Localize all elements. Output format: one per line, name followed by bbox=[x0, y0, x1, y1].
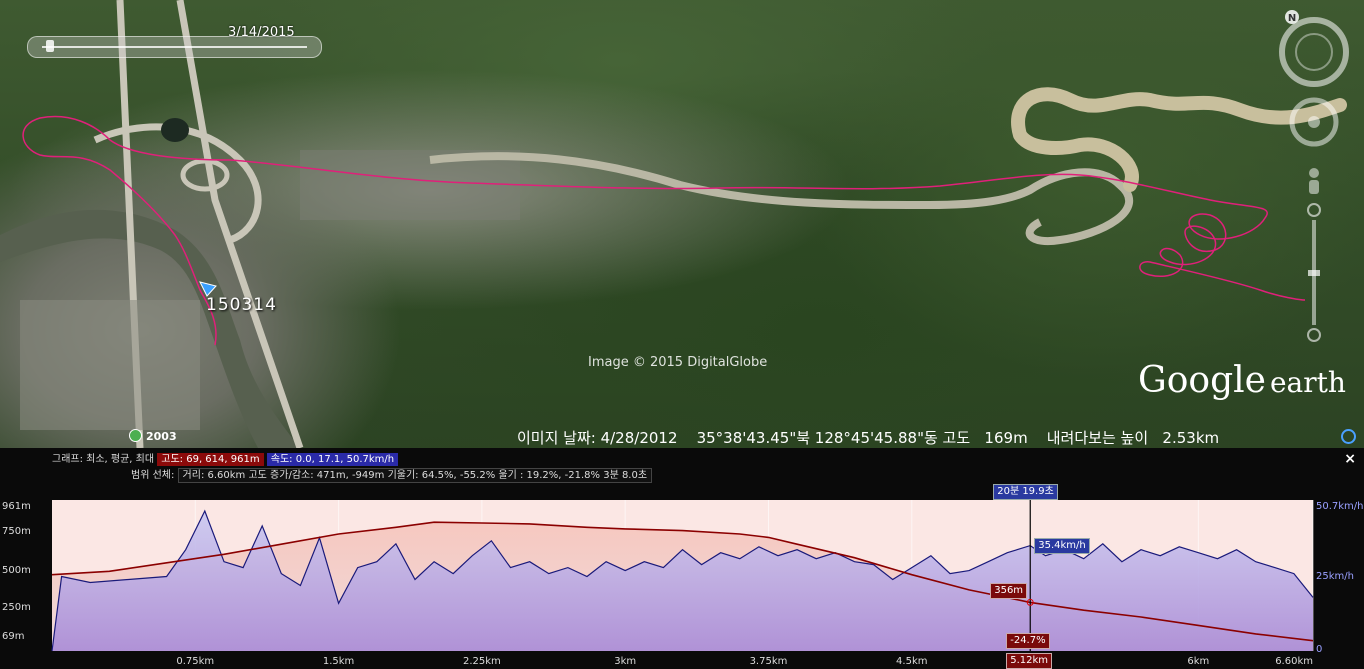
status-text: 이미지 날짜: 4/28/2012 35°38'43.45"북 128°45'4… bbox=[517, 429, 1220, 447]
cursor-grade-label: -24.7% bbox=[1006, 633, 1050, 649]
graph-summary-prefix: 그래프: 최소, 평균, 최대 bbox=[52, 454, 155, 465]
y-left-tick: 69m bbox=[2, 631, 25, 642]
range-prefix: 범위 선체: bbox=[131, 470, 175, 481]
zoom-slider[interactable] bbox=[1307, 203, 1321, 342]
speed-summary-box[interactable]: 속도: 0.0, 17.1, 50.7km/h bbox=[266, 453, 399, 466]
google-earth-logo: Google earth bbox=[1138, 360, 1346, 401]
compass-north-letter: N bbox=[1288, 13, 1296, 24]
y-right-tick: 25km/h bbox=[1316, 571, 1354, 582]
clock-icon bbox=[129, 429, 142, 442]
time-slider-handle[interactable] bbox=[46, 40, 54, 52]
cursor-elevation-label: 356m bbox=[990, 583, 1028, 600]
historical-year: 2003 bbox=[146, 430, 177, 443]
time-slider-track bbox=[42, 46, 307, 48]
profile-range-line: 범위 선체: 거리: 6.60km 고도 증가/감소: 471m, -949m … bbox=[131, 466, 653, 483]
logo-earth-text: earth bbox=[1269, 366, 1346, 399]
track-label[interactable]: 150314 bbox=[206, 295, 277, 315]
imagery-copyright: Image © 2015 DigitalGlobe bbox=[588, 355, 768, 370]
time-slider-date: 3/14/2015 bbox=[228, 25, 295, 40]
map-viewport[interactable]: 3/14/2015 150314 Image © 2015 DigitalGlo… bbox=[0, 0, 1364, 448]
cursor-speed-label: 35.4km/h bbox=[1034, 537, 1090, 554]
y-left-tick: 750m bbox=[2, 526, 31, 537]
ramp bbox=[180, 158, 230, 192]
look-joystick-icon[interactable] bbox=[1289, 97, 1339, 147]
cursor-distance-label: 5.12km bbox=[1006, 653, 1053, 669]
y-left-tick: 500m bbox=[2, 565, 31, 576]
cursor-time-label: 20분 19.9초 bbox=[993, 484, 1058, 500]
navigation-controls[interactable]: N bbox=[1274, 10, 1354, 350]
y-left-tick: 961m bbox=[2, 501, 31, 512]
zoom-in-icon[interactable] bbox=[1307, 203, 1321, 217]
logo-google-text: Google bbox=[1138, 360, 1266, 401]
valley-road bbox=[429, 152, 1133, 246]
y-right-tick: 0 bbox=[1316, 644, 1323, 655]
town-area bbox=[300, 150, 520, 220]
town-area bbox=[20, 300, 200, 430]
y-left-tick: 250m bbox=[2, 602, 31, 613]
streaming-globe-icon bbox=[1341, 429, 1356, 444]
elevation-summary-box[interactable]: 고도: 69, 614, 961m bbox=[157, 453, 264, 466]
range-stats-box: 거리: 6.60km 고도 증가/감소: 471m, -949m 기울기: 64… bbox=[177, 468, 653, 483]
status-bar: 이미지 날짜: 4/28/2012 35°38'43.45"북 128°45'4… bbox=[0, 426, 1364, 448]
elevation-profile-panel[interactable]: × 그래프: 최소, 평균, 최대 고도: 69, 614, 961m 속도: … bbox=[0, 448, 1364, 669]
street-view-pegman-icon[interactable] bbox=[1309, 168, 1319, 194]
profile-summary-line: 그래프: 최소, 평균, 최대 고도: 69, 614, 961m 속도: 0.… bbox=[52, 450, 399, 466]
compass-ring[interactable] bbox=[1279, 17, 1349, 87]
close-icon[interactable]: × bbox=[1344, 451, 1356, 467]
y-right-tick: 50.7km/h bbox=[1316, 501, 1364, 512]
zoom-slider-handle[interactable] bbox=[1308, 270, 1320, 276]
pond bbox=[161, 118, 189, 142]
historical-imagery-badge[interactable]: 2003 bbox=[129, 429, 177, 443]
zoom-out-icon[interactable] bbox=[1307, 328, 1321, 342]
